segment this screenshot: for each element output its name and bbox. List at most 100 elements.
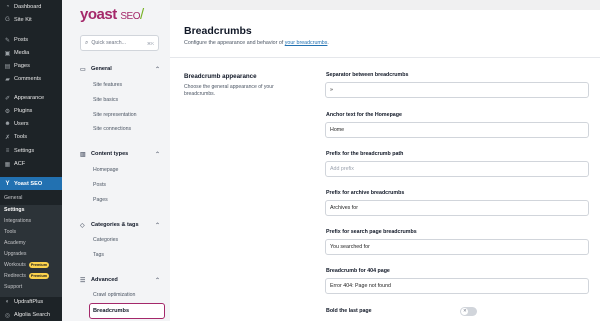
wp-submenu-general[interactable]: General xyxy=(4,195,22,201)
submenu-label: Settings xyxy=(4,207,25,213)
search-prefix-input[interactable]: You searched for xyxy=(325,239,589,255)
tag-icon: ◇ xyxy=(80,222,85,229)
wp-menu-algolia[interactable]: ◎ Algolia Search xyxy=(0,309,62,321)
nav-link-tags[interactable]: Tags xyxy=(93,252,104,258)
nav-link-site-representation[interactable]: Site representation xyxy=(93,112,137,118)
algolia-icon: ◎ xyxy=(4,312,11,319)
submenu-label: Upgrades xyxy=(4,251,27,257)
wp-submenu-settings[interactable]: Settings xyxy=(4,207,24,213)
wp-menu-label: Yoast SEO xyxy=(14,180,43,187)
plugin-icon: ⚙ xyxy=(4,108,11,115)
users-icon: ☻ xyxy=(4,121,11,127)
nav-link-posts[interactable]: Posts xyxy=(93,182,106,188)
separator-input[interactable]: » xyxy=(325,82,589,98)
page-description: Configure the appearance and behavior of… xyxy=(184,40,329,46)
submenu-label: Workouts xyxy=(4,262,26,268)
wp-menu-dashboard[interactable]: ◔ Dashboard xyxy=(0,1,62,13)
yoast-logo: yoast SEO/ xyxy=(80,6,144,23)
wp-menu-label: Dashboard xyxy=(14,4,42,10)
updraft-icon: ◐ xyxy=(5,299,10,305)
section-title: Breadcrumb appearance xyxy=(184,73,257,80)
404-breadcrumb-label: Breadcrumb for 404 page xyxy=(326,268,390,274)
nav-link-homepage[interactable]: Homepage xyxy=(93,167,118,173)
nav-link-crawl-optimization[interactable]: Crawl optimization xyxy=(93,292,135,298)
wp-menu-comments[interactable]: ▰ Comments xyxy=(0,73,62,85)
nav-link-breadcrumbs[interactable]: Breadcrumbs xyxy=(89,303,165,319)
nav-group-general[interactable]: ▭ General ⌃ xyxy=(80,63,160,75)
search-shortcut: ⌘K xyxy=(147,40,154,46)
comments-icon: ▰ xyxy=(5,76,10,83)
description-end: . xyxy=(327,40,329,46)
wp-menu-updraftplus[interactable]: ◐ UpdraftPlus xyxy=(0,296,62,308)
wp-menu-site-kit[interactable]: G Site Kit xyxy=(0,14,62,26)
wp-menu-appearance[interactable]: ✐ Appearance xyxy=(0,92,62,104)
acf-icon: ▦ xyxy=(4,161,11,168)
media-icon: ▣ xyxy=(4,50,11,57)
wp-menu-label: Media xyxy=(14,50,30,56)
wp-menu-settings[interactable]: ≡ Settings xyxy=(0,145,62,157)
quick-search-input[interactable]: ⌕ Quick search... ⌘K xyxy=(80,35,159,51)
breadcrumbs-help-link[interactable]: your breadcrumbs xyxy=(285,40,328,46)
path-prefix-input[interactable]: Add prefix xyxy=(325,161,589,177)
nav-link-site-features[interactable]: Site features xyxy=(93,82,122,88)
nav-link-site-basics[interactable]: Site basics xyxy=(93,97,118,103)
pages-icon: ▤ xyxy=(4,63,11,70)
wp-menu-plugins[interactable]: ⚙ Plugins xyxy=(0,105,62,117)
nav-group-label: General xyxy=(91,66,112,72)
archive-prefix-input[interactable]: Archives for xyxy=(325,200,589,216)
nav-group-label: Categories & tags xyxy=(91,222,139,228)
close-icon: ✕ xyxy=(463,308,467,313)
submenu-label: Tools xyxy=(4,229,17,235)
page-title: Breadcrumbs xyxy=(184,25,252,37)
wp-menu-tools[interactable]: ✗ Tools xyxy=(0,131,62,143)
search-icon: ⌕ xyxy=(85,39,89,46)
wp-menu-label: Tools xyxy=(14,134,28,140)
wp-submenu-workouts[interactable]: Workouts Premium xyxy=(4,262,50,268)
chevron-up-icon: ⌃ xyxy=(154,151,160,158)
wp-submenu-tools[interactable]: Tools xyxy=(4,229,16,235)
submenu-label: Academy xyxy=(4,240,26,246)
wp-submenu-integrations[interactable]: Integrations xyxy=(4,218,31,224)
sitekit-icon: G xyxy=(5,17,10,23)
wp-menu-users[interactable]: ☻ Users xyxy=(0,118,62,130)
wp-menu-label: Settings xyxy=(14,148,35,154)
wp-menu-pages[interactable]: ▤ Pages xyxy=(0,60,62,72)
logo-text: yoast xyxy=(80,6,117,23)
wp-menu-label: ACF xyxy=(14,161,26,167)
desktop-icon: ▭ xyxy=(80,66,86,73)
wp-menu-posts[interactable]: ✎ Posts xyxy=(0,34,62,46)
adjustments-icon: ☰ xyxy=(80,277,86,284)
wp-submenu-redirects[interactable]: Redirects Premium xyxy=(4,273,50,279)
nav-link-site-connections[interactable]: Site connections xyxy=(93,126,131,132)
wp-submenu-upgrades[interactable]: Upgrades xyxy=(4,251,27,257)
wp-menu-label: Pages xyxy=(14,63,30,69)
wp-menu-acf[interactable]: ▦ ACF xyxy=(0,158,62,170)
path-prefix-label: Prefix for the breadcrumb path xyxy=(326,151,404,157)
search-prefix-label: Prefix for search page breadcrumbs xyxy=(326,229,417,235)
search-placeholder: Quick search... xyxy=(91,40,126,46)
wp-menu-media[interactable]: ▣ Media xyxy=(0,47,62,59)
logo-slash: / xyxy=(139,6,144,23)
submenu-label: Redirects xyxy=(4,273,26,279)
nav-link-pages[interactable]: Pages xyxy=(93,197,108,203)
bold-last-page-label: Bold the last page xyxy=(326,308,372,314)
homepage-anchor-input[interactable]: Home xyxy=(325,122,589,138)
nav-group-categories-tags[interactable]: ◇ Categories & tags ⌃ xyxy=(80,219,160,231)
nav-link-categories[interactable]: Categories xyxy=(93,237,118,243)
nav-group-content-types[interactable]: ▥ Content types ⌃ xyxy=(80,148,160,160)
wp-submenu-academy[interactable]: Academy xyxy=(4,240,26,246)
archive-prefix-label: Prefix for archive breadcrumbs xyxy=(326,190,405,196)
logo-seo-text: SEO xyxy=(120,11,140,22)
wp-menu-label: Appearance xyxy=(14,95,45,101)
wrench-icon: ✗ xyxy=(4,134,11,141)
wp-menu-label: UpdraftPlus xyxy=(14,299,44,305)
wp-menu-label: Site Kit xyxy=(14,17,32,23)
separator-label: Separator between breadcrumbs xyxy=(326,72,409,78)
wp-menu-yoast-seo[interactable]: Y Yoast SEO xyxy=(0,177,62,190)
bold-last-page-toggle[interactable]: ✕ xyxy=(460,307,477,316)
wp-menu-label: Algolia Search xyxy=(14,312,51,318)
brush-icon: ✐ xyxy=(4,95,11,102)
wp-submenu-support[interactable]: Support xyxy=(4,284,22,290)
404-breadcrumb-input[interactable]: Error 404: Page not found xyxy=(325,278,589,294)
nav-group-advanced[interactable]: ☰ Advanced ⌃ xyxy=(80,274,160,286)
